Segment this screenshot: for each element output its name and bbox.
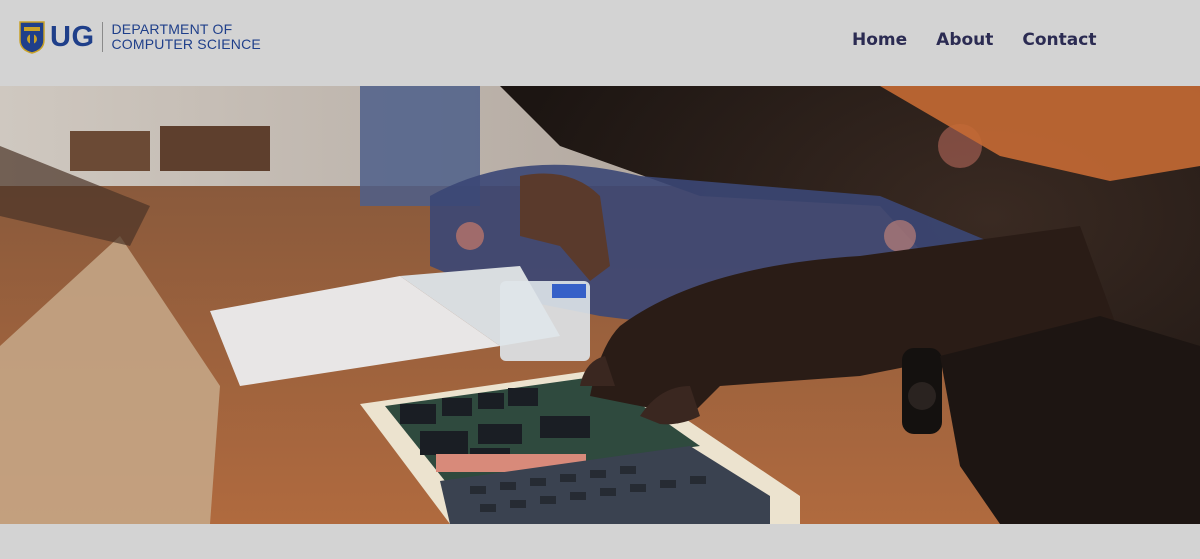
- logo-divider: [101, 22, 103, 52]
- main-nav: Home About Contact: [852, 30, 1125, 50]
- logo-abbreviation: UG: [50, 20, 95, 53]
- page-bottom-strip: [0, 524, 1200, 559]
- ug-logo[interactable]: UG DEPARTMENT OF COMPUTER SCIENCE: [18, 18, 261, 56]
- ug-crest-icon: [19, 21, 45, 54]
- department-name: DEPARTMENT OF COMPUTER SCIENCE: [112, 22, 261, 52]
- nav-about-link[interactable]: About: [936, 30, 993, 50]
- department-line-1: DEPARTMENT OF: [111, 21, 233, 37]
- site-header: UG DEPARTMENT OF COMPUTER SCIENCE Home A…: [0, 0, 1200, 86]
- hero-photo-illustration: [0, 86, 1200, 524]
- nav-contact-link[interactable]: Contact: [1022, 30, 1096, 50]
- department-line-2: COMPUTER SCIENCE: [111, 36, 261, 52]
- nav-home-link[interactable]: Home: [852, 30, 907, 50]
- hero-image: [0, 86, 1200, 524]
